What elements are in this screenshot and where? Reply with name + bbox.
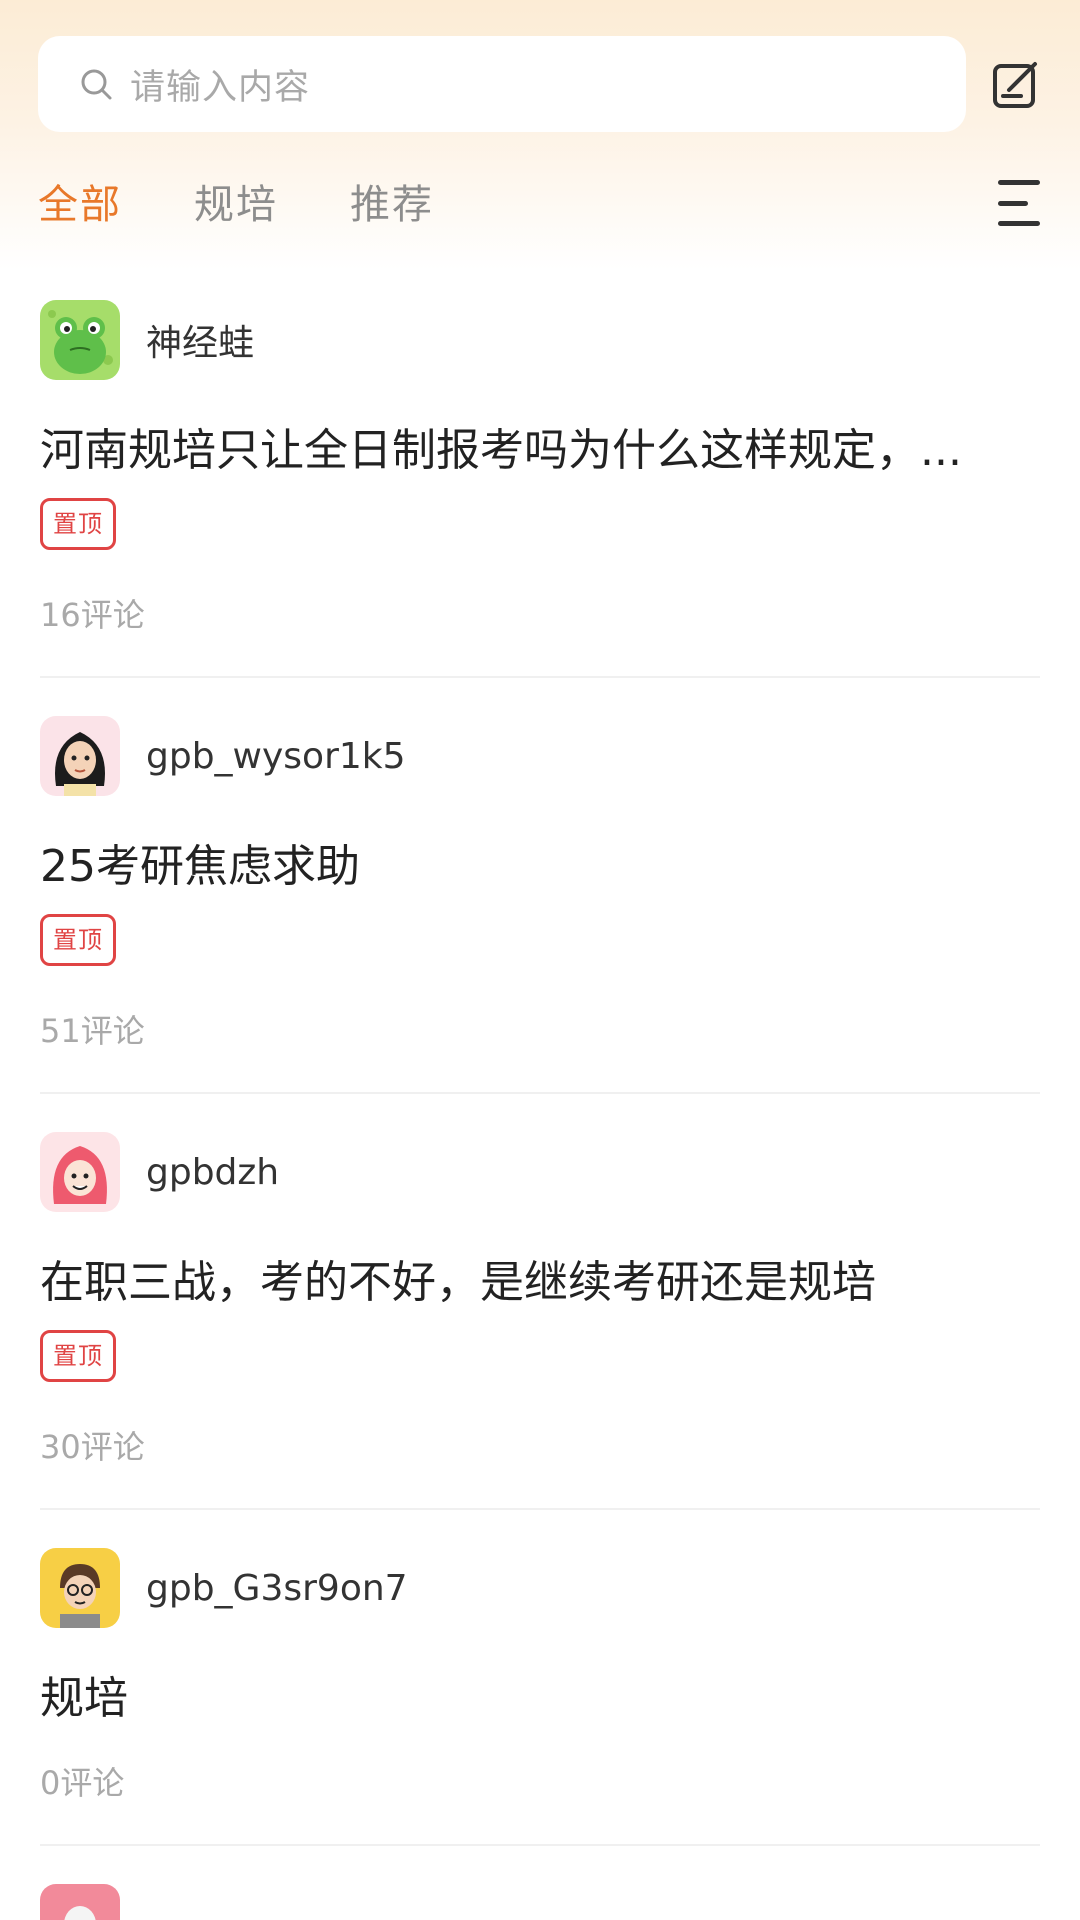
post-title[interactable]: 25考研焦虑求助 <box>40 836 1040 898</box>
avatar[interactable] <box>40 716 120 796</box>
comment-count[interactable]: 16评论 <box>40 590 1040 676</box>
avatar[interactable] <box>40 1132 120 1212</box>
tab-recommend[interactable]: 推荐 <box>350 172 434 230</box>
post-feed: 神经蛙 河南规培只让全日制报考吗为什么这样规定，... 置顶 16评论 gpb_… <box>0 300 1080 1920</box>
post-title[interactable]: 河南规培只让全日制报考吗为什么这样规定，... <box>40 420 1040 482</box>
post-card[interactable] <box>0 1884 1080 1920</box>
post-card[interactable]: gpbdzh 在职三战，考的不好，是继续考研还是规培 置顶 30评论 <box>0 1132 1080 1510</box>
comment-count[interactable]: 30评论 <box>40 1422 1040 1508</box>
app-screen: 请输入内容 全部 规培 推荐 神经蛙 河南规培只让全日制报考吗为什么这样规定，.… <box>0 0 1080 1920</box>
author-name[interactable]: 神经蛙 <box>146 314 254 366</box>
author-name[interactable]: gpb_G3sr9on7 <box>146 1568 408 1609</box>
post-author[interactable] <box>40 1884 1040 1920</box>
search-icon <box>76 64 116 104</box>
header: 请输入内容 全部 规培 推荐 <box>0 0 1080 270</box>
pinned-badge: 置顶 <box>40 914 116 966</box>
post-author[interactable]: gpbdzh <box>40 1132 1040 1212</box>
post-author[interactable]: gpb_wysor1k5 <box>40 716 1040 796</box>
author-name[interactable]: gpb_wysor1k5 <box>146 736 406 777</box>
post-card[interactable]: gpb_G3sr9on7 规培 0评论 <box>0 1548 1080 1846</box>
post-author[interactable]: gpb_G3sr9on7 <box>40 1548 1040 1628</box>
search-box[interactable]: 请输入内容 <box>38 36 966 132</box>
pinned-badge: 置顶 <box>40 498 116 550</box>
pinned-badge: 置顶 <box>40 1330 116 1382</box>
avatar[interactable] <box>40 1548 120 1628</box>
menu-icon[interactable] <box>998 180 1044 226</box>
comment-count[interactable]: 0评论 <box>40 1758 1040 1844</box>
author-name[interactable]: gpbdzh <box>146 1152 279 1193</box>
post-card[interactable]: 神经蛙 河南规培只让全日制报考吗为什么这样规定，... 置顶 16评论 <box>0 300 1080 678</box>
tab-guipei[interactable]: 规培 <box>194 172 278 230</box>
comment-count[interactable]: 51评论 <box>40 1006 1040 1092</box>
search-input[interactable]: 请输入内容 <box>130 59 310 110</box>
post-title[interactable]: 规培 <box>40 1668 1040 1730</box>
tab-bar: 全部 规培 推荐 <box>38 172 506 230</box>
compose-icon[interactable] <box>988 55 1046 113</box>
post-author[interactable]: 神经蛙 <box>40 300 1040 380</box>
avatar[interactable] <box>40 300 120 380</box>
tab-all[interactable]: 全部 <box>38 172 122 230</box>
post-title[interactable]: 在职三战，考的不好，是继续考研还是规培 <box>40 1252 1040 1314</box>
post-card[interactable]: gpb_wysor1k5 25考研焦虑求助 置顶 51评论 <box>0 716 1080 1094</box>
avatar[interactable] <box>40 1884 120 1920</box>
